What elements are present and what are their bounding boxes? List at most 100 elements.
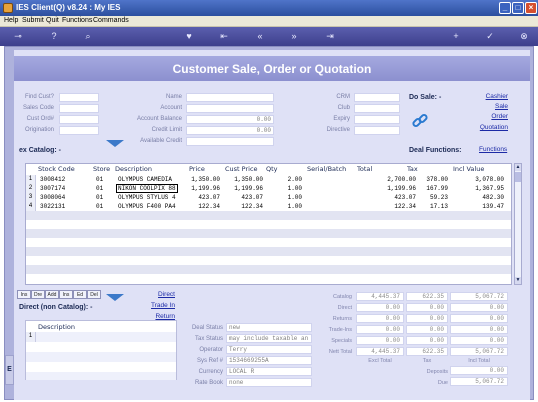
window-title: IES Client(Q) v8.24 : My IES — [16, 3, 121, 12]
returns-incl: 0.00 — [450, 314, 508, 323]
nett-incl: 5,067.72 — [450, 347, 508, 356]
expand-arrow-icon-2[interactable] — [106, 294, 124, 301]
name-field[interactable] — [186, 93, 274, 102]
trade-ins-excl: 0.00 — [356, 325, 404, 334]
club-field[interactable] — [354, 104, 400, 113]
direct-link[interactable]: Direct — [140, 291, 175, 298]
heart-icon[interactable]: ♥ — [183, 31, 195, 42]
search-icon[interactable]: ⌕ — [82, 31, 94, 42]
maximize-button[interactable]: □ — [512, 2, 524, 14]
cashier-link[interactable]: Cashier — [476, 93, 508, 100]
menu-quit[interactable]: Quit — [46, 17, 59, 24]
rate-book-label: Rate Book — [194, 380, 223, 386]
functions-link[interactable]: Functions — [479, 146, 507, 153]
table-row[interactable]: 1 — [26, 332, 176, 342]
returns-excl: 0.00 — [356, 314, 404, 323]
due-label: Due — [437, 380, 448, 386]
col-serial-batch[interactable]: Serial/Batch — [307, 165, 346, 173]
empty-row — [26, 247, 511, 256]
col-stock-code[interactable]: Stock Code — [38, 165, 75, 173]
menu-submit[interactable]: Submit — [22, 17, 44, 24]
origination-field[interactable] — [59, 126, 99, 135]
menu-commands[interactable]: Commands — [93, 17, 129, 24]
nett-total-label: Nett Total — [328, 349, 352, 355]
tab-ins[interactable]: Ins — [17, 290, 31, 299]
cust-ord-field[interactable] — [59, 115, 99, 124]
next-icon[interactable]: » — [288, 31, 300, 42]
side-panel-tab[interactable]: E — [5, 355, 14, 385]
table-row[interactable]: 3 3008064 01 OLYMPUS STYLUS 4 423.07 423… — [26, 193, 511, 202]
menu-help[interactable]: Help — [4, 17, 18, 24]
cell-tax: 17.13 — [429, 203, 448, 210]
cell-cust-price: 1,199.96 — [234, 185, 263, 192]
table-row[interactable]: 4 3022131 01 OLYMPUS F400 PA4 122.34 122… — [26, 202, 511, 211]
tab-del[interactable]: Del — [87, 290, 101, 299]
crm-field[interactable] — [354, 93, 400, 102]
sales-code-field[interactable] — [59, 104, 99, 113]
prev-icon[interactable]: « — [254, 31, 266, 42]
col-qty[interactable]: Qty — [266, 165, 278, 173]
close-icon[interactable]: ⊗ — [518, 31, 530, 42]
check-icon[interactable]: ✓ — [484, 31, 496, 42]
col-nc-description[interactable]: Description — [38, 323, 75, 331]
tab-ins-2[interactable]: Ins — [59, 290, 73, 299]
scroll-up-icon[interactable]: ▲ — [515, 164, 521, 171]
tab-dre[interactable]: Dre — [31, 290, 45, 299]
cell-description[interactable]: NIKON COOLPIX 88 — [116, 184, 178, 193]
expiry-field[interactable] — [354, 115, 400, 124]
table-row[interactable]: 2 3007174 01 NIKON COOLPIX 88 1,199.96 1… — [26, 184, 511, 193]
return-link[interactable]: Return — [140, 313, 175, 320]
row-number: 3 — [26, 193, 36, 202]
add-icon[interactable]: + — [450, 31, 462, 42]
trade-ins-incl: 0.00 — [450, 325, 508, 334]
help-icon[interactable]: ? — [48, 31, 60, 42]
col-description[interactable]: Description — [115, 165, 152, 173]
cell-description: OLYMPUS CAMEDIA — [118, 176, 173, 183]
col-tax[interactable]: Tax — [407, 165, 418, 173]
excl-total-label: Excl Total — [368, 358, 392, 364]
deal-status-field: new — [226, 323, 312, 332]
scroll-thumb[interactable] — [515, 172, 521, 182]
catalog-scrollbar[interactable]: ▲ ▼ — [514, 163, 522, 285]
cell-stock-code: 3008412 — [40, 176, 66, 183]
catalog-grid[interactable]: Stock Code Store Description Price Cust … — [25, 163, 512, 285]
sale-link[interactable]: Sale — [476, 103, 508, 110]
page-banner: Customer Sale, Order or Quotation — [14, 56, 530, 81]
empty-row — [26, 238, 511, 247]
trade-in-link[interactable]: Trade In — [140, 302, 175, 309]
non-catalog-grid[interactable]: Description 1 — [25, 320, 177, 380]
currency-label: Currency — [198, 369, 223, 375]
find-cust-field[interactable] — [59, 93, 99, 102]
key-icon[interactable]: ⊸ — [12, 31, 24, 42]
directive-field[interactable] — [354, 126, 400, 135]
tab-ed[interactable]: Ed — [73, 290, 87, 299]
tab-add[interactable]: Add — [45, 290, 59, 299]
quotation-link[interactable]: Quotation — [476, 124, 508, 131]
table-row[interactable]: 1 3008412 01 OLYMPUS CAMEDIA 1,350.00 1,… — [26, 175, 511, 184]
first-icon[interactable]: ⇤ — [218, 31, 230, 42]
page-title: Customer Sale, Order or Quotation — [172, 62, 372, 76]
col-cust-price[interactable]: Cust Price — [225, 165, 258, 173]
close-window-button[interactable]: × — [525, 2, 537, 14]
cell-total: 1,199.96 — [387, 185, 416, 192]
account-field[interactable] — [186, 104, 274, 113]
last-icon[interactable]: ⇥ — [324, 31, 336, 42]
cell-tax: 378.00 — [426, 176, 448, 183]
cell-incl-value: 1,367.95 — [475, 185, 504, 192]
cell-total: 122.34 — [394, 203, 416, 210]
order-link[interactable]: Order — [476, 113, 508, 120]
link-chain-icon[interactable] — [411, 112, 429, 130]
expand-arrow-icon[interactable] — [106, 140, 124, 147]
tax-status-field: may include taxable an — [226, 334, 312, 343]
direct-total-label: Direct — [337, 305, 352, 311]
col-incl-value[interactable]: Incl Value — [453, 165, 484, 173]
col-price[interactable]: Price — [189, 165, 205, 173]
trade-ins-total-label: Trade-Ins — [328, 327, 352, 333]
expiry-label: Expiry — [333, 116, 350, 122]
menu-functions[interactable]: Functions — [62, 17, 92, 24]
col-total[interactable]: Total — [357, 165, 372, 173]
scroll-down-icon[interactable]: ▼ — [515, 277, 521, 284]
minimize-button[interactable]: _ — [499, 2, 511, 14]
col-store[interactable]: Store — [93, 165, 110, 173]
crm-label: CRM — [336, 94, 350, 100]
